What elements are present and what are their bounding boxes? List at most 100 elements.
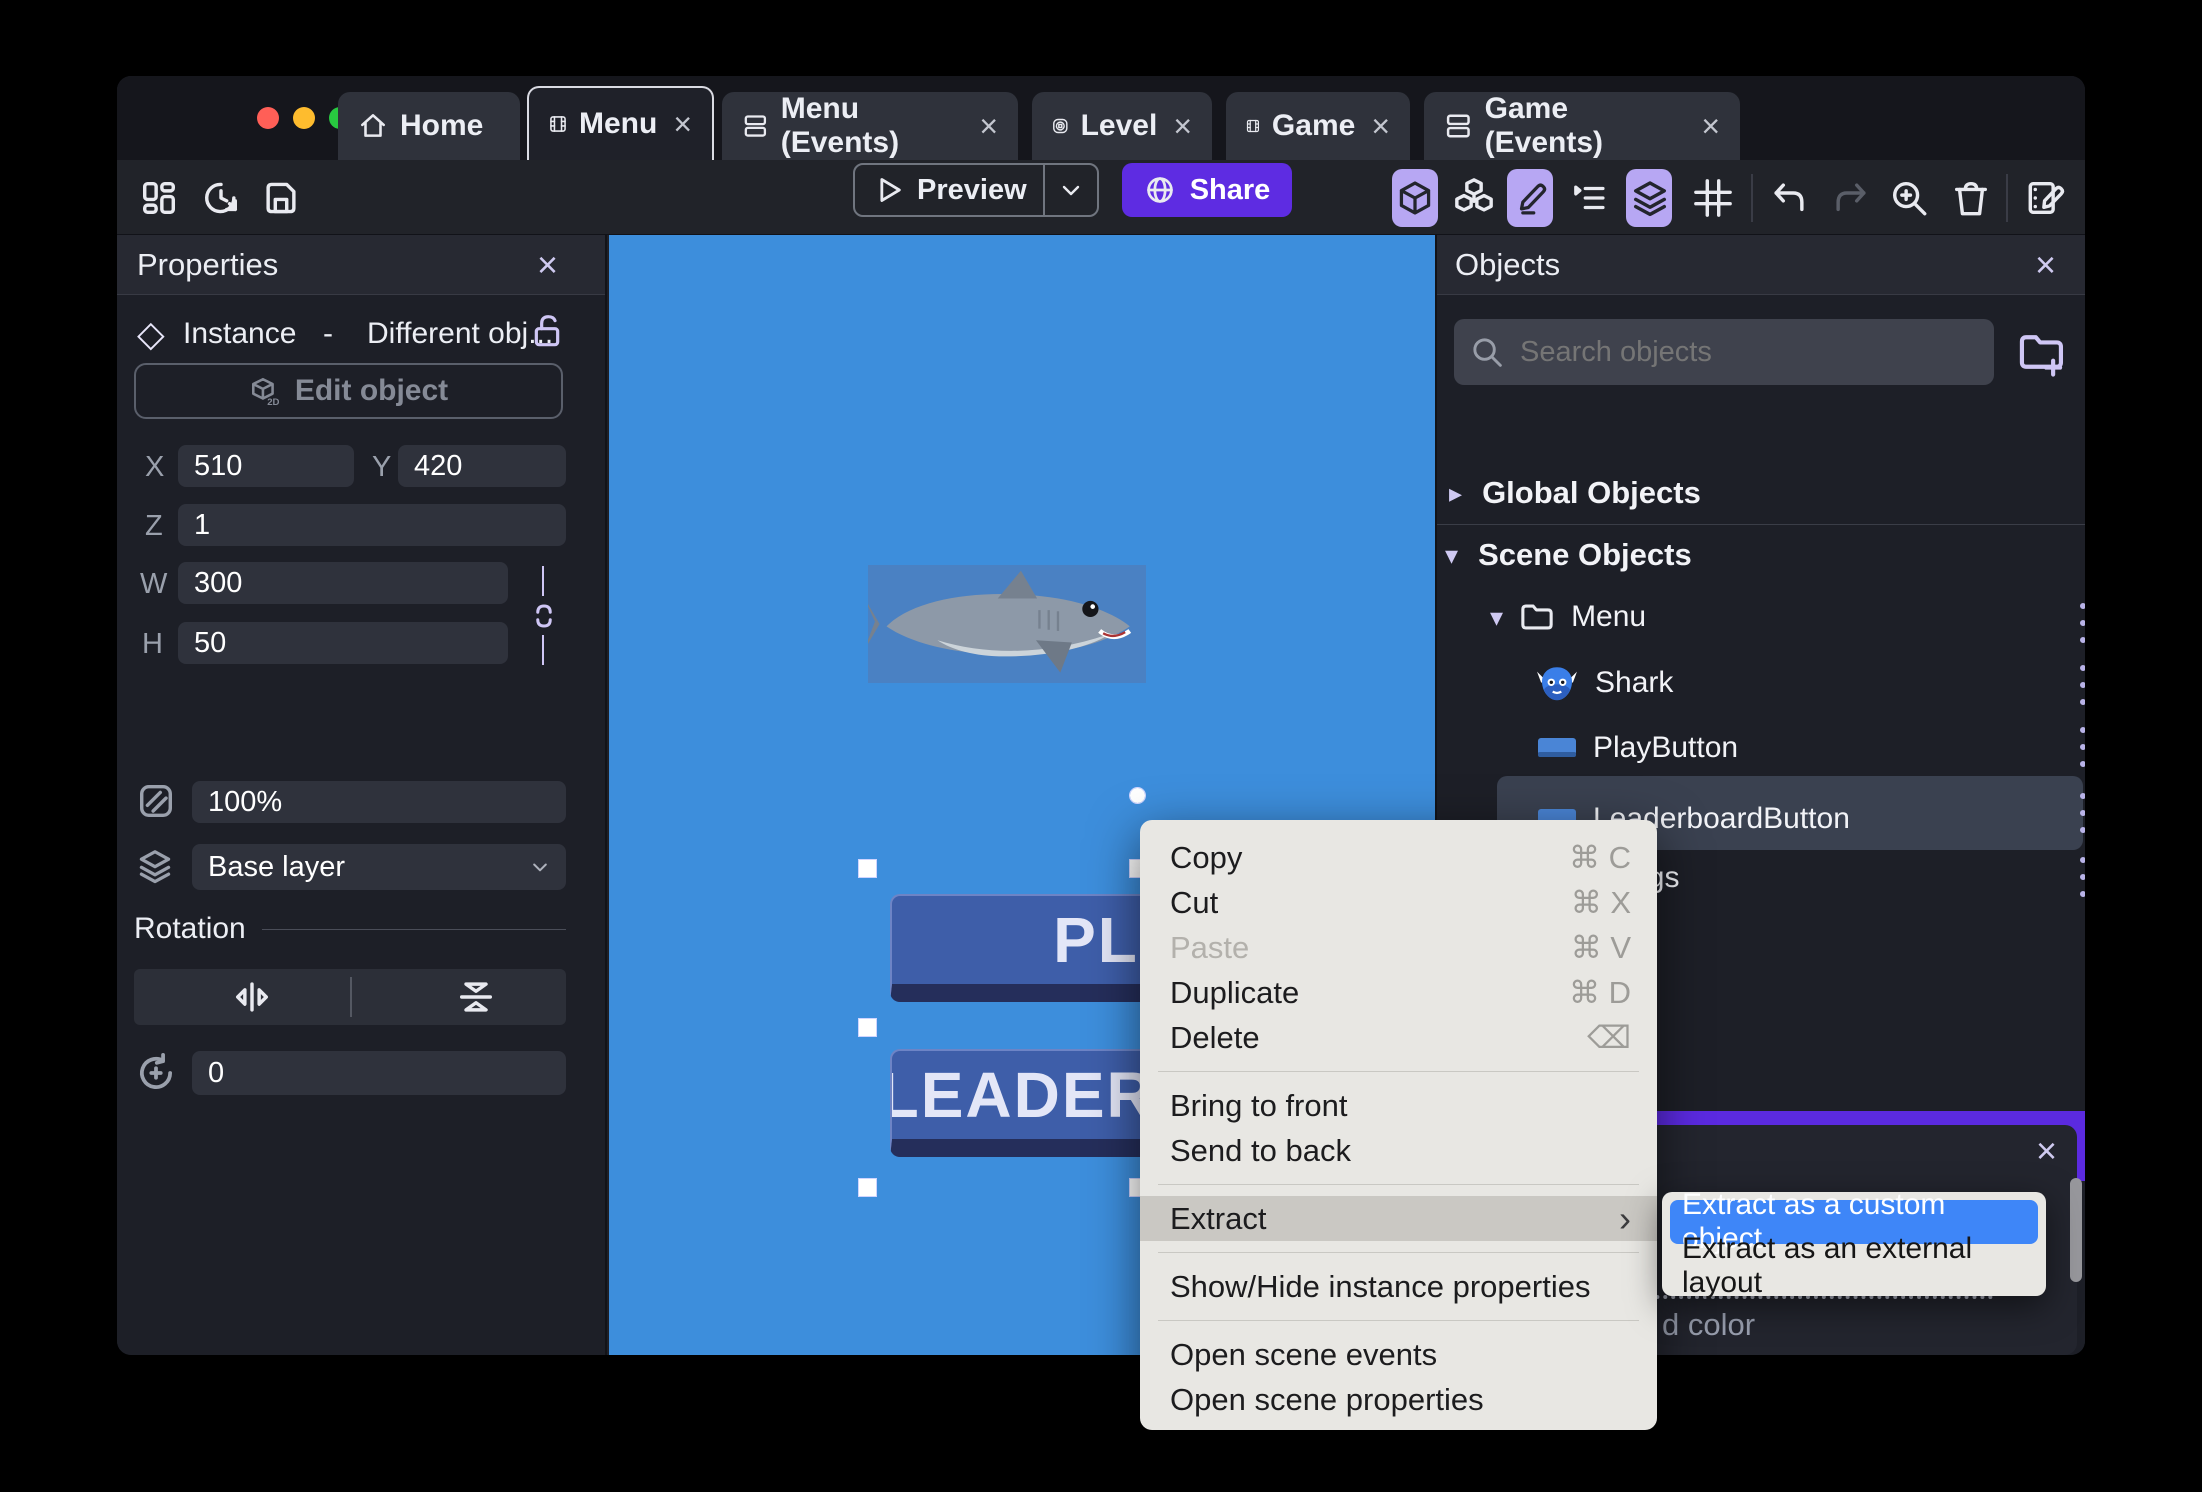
close-properties-icon[interactable]: × — [537, 247, 558, 283]
groups-divider — [1437, 524, 2085, 525]
menu-item-bring-to-front[interactable]: Bring to front — [1140, 1083, 1657, 1128]
menu-item-open-scene-properties[interactable]: Open scene properties — [1140, 1377, 1657, 1422]
context-menu: Copy ⌘ C Cut ⌘ X Paste ⌘ V Duplicate ⌘ D… — [1140, 820, 1657, 1430]
scrollbar-thumb[interactable] — [2070, 1178, 2082, 1282]
kebab-menu-icon[interactable] — [2079, 665, 2085, 705]
close-tab-icon[interactable]: × — [1701, 110, 1720, 142]
search-input[interactable] — [1518, 334, 1958, 370]
search-box[interactable] — [1454, 319, 1994, 385]
redo-icon[interactable] — [1831, 178, 1871, 218]
y-input[interactable]: 420 — [398, 445, 566, 487]
minimize-window-button[interactable] — [293, 107, 315, 129]
instance-type-label: Instance — [183, 317, 297, 350]
close-objects-icon[interactable]: × — [2035, 247, 2056, 283]
tree-item-playbutton[interactable]: PlayButton — [1537, 731, 1738, 765]
kebab-menu-icon[interactable] — [2079, 727, 2085, 767]
shark-sprite[interactable] — [863, 565, 1146, 683]
layer-select[interactable]: Base layer — [192, 844, 566, 890]
instances-list-icon[interactable] — [1569, 178, 1607, 218]
chevron-down-icon[interactable] — [1059, 178, 1083, 202]
tab-label: Game (Events) — [1484, 92, 1604, 159]
main-toolbar: Preview Share — [117, 160, 2085, 235]
edit-scene-icon[interactable] — [2025, 178, 2067, 218]
selection-handle-mid-left[interactable] — [858, 1018, 877, 1037]
objects-panel-icon[interactable] — [1454, 176, 1494, 218]
cube-3d-icon[interactable] — [1396, 178, 1434, 218]
group-scene-objects[interactable]: ▾ Scene Objects — [1445, 537, 1692, 573]
scene-icon — [550, 116, 566, 132]
grid-icon[interactable] — [1693, 178, 1733, 218]
menu-item-delete[interactable]: Delete ⌫ — [1140, 1015, 1657, 1060]
undo-icon[interactable] — [1769, 178, 1809, 218]
menu-item-cut[interactable]: Cut ⌘ X — [1140, 880, 1657, 925]
x-input[interactable]: 510 — [178, 445, 354, 487]
add-folder-icon[interactable] — [2015, 327, 2067, 377]
flip-horizontal-icon[interactable] — [232, 979, 272, 1015]
history-icon[interactable] — [201, 178, 241, 218]
menu-item-duplicate[interactable]: Duplicate ⌘ D — [1140, 970, 1657, 1015]
flip-vertical-icon[interactable] — [456, 977, 496, 1017]
edit-object-button[interactable]: 2D Edit object — [134, 363, 563, 419]
tab-label: Menu (Events) — [780, 92, 900, 159]
h-input[interactable]: 50 — [178, 622, 508, 664]
close-tab-icon[interactable]: × — [1371, 110, 1390, 142]
group-label: Global Objects — [1482, 475, 1701, 510]
menu-item-paste[interactable]: Paste ⌘ V — [1140, 925, 1657, 970]
menu-item-label: Open scene events — [1170, 1336, 1438, 1372]
level-icon — [1053, 118, 1068, 134]
w-input[interactable]: 300 — [178, 562, 508, 604]
properties-title: Properties — [137, 246, 279, 282]
shark-image — [863, 570, 1132, 673]
zoom-in-icon[interactable] — [1889, 178, 1929, 218]
menu-item-show-hide-instance-properties[interactable]: Show/Hide instance properties — [1140, 1264, 1657, 1309]
menu-item-send-to-back[interactable]: Send to back — [1140, 1128, 1657, 1173]
tab-menu[interactable]: Menu × — [527, 86, 714, 160]
kebab-menu-icon[interactable] — [2079, 603, 2085, 643]
link-wh-icon[interactable] — [531, 601, 557, 631]
close-tab-icon[interactable]: × — [1173, 110, 1192, 142]
tab-game[interactable]: Game × — [1226, 92, 1410, 160]
menu-item-extract[interactable]: Extract › — [1140, 1196, 1657, 1241]
kebab-menu-icon[interactable] — [2079, 793, 2085, 833]
close-tab-icon[interactable]: × — [979, 110, 998, 142]
rotate-handle[interactable] — [1129, 787, 1146, 804]
menu-item-label: Duplicate — [1170, 974, 1300, 1010]
tree-folder-menu[interactable]: ▾ Menu — [1490, 600, 1646, 634]
group-global-objects[interactable]: ▸ Global Objects — [1449, 475, 1701, 511]
submenu-item-extract-external-layout[interactable]: Extract as an external layout — [1670, 1232, 2038, 1299]
selection-handle-top-left[interactable] — [858, 859, 877, 878]
unlock-icon[interactable] — [531, 311, 563, 349]
title-bar: Home Menu × Menu (Events) × Level × Game — [117, 76, 2085, 160]
toolbar-separator — [2006, 174, 2008, 222]
rotation-input[interactable]: 0 — [192, 1051, 566, 1095]
project-manager-icon[interactable] — [139, 178, 179, 218]
trash-icon[interactable] — [1951, 178, 1991, 218]
z-input[interactable]: 1 — [178, 504, 566, 546]
tab-level[interactable]: Level × — [1032, 92, 1212, 160]
share-button[interactable]: Share — [1122, 163, 1292, 217]
folder-icon — [1521, 604, 1553, 630]
close-layers-icon[interactable]: × — [2036, 1133, 2057, 1169]
background-color-label-fragment: d color — [1662, 1307, 1756, 1342]
tab-menu-events[interactable]: Menu (Events) × — [722, 92, 1018, 160]
menu-item-open-scene-events[interactable]: Open scene events — [1140, 1332, 1657, 1377]
close-window-button[interactable] — [257, 107, 279, 129]
save-icon[interactable] — [261, 178, 301, 218]
menu-shortcut: ⌘ X — [1570, 884, 1631, 920]
close-tab-icon[interactable]: × — [673, 108, 692, 140]
rotation-divider — [262, 929, 566, 930]
tree-item-shark[interactable]: Shark — [1537, 663, 1673, 703]
preview-button[interactable]: Preview — [853, 163, 1099, 217]
layer-icon — [139, 850, 171, 884]
link-line-bottom — [542, 635, 544, 665]
menu-item-label: Cut — [1170, 884, 1219, 920]
rotation-section-title: Rotation — [134, 912, 246, 945]
layers-icon[interactable] — [1630, 176, 1670, 220]
selection-handle-bottom-left[interactable] — [858, 1178, 877, 1197]
menu-item-copy[interactable]: Copy ⌘ C — [1140, 835, 1657, 880]
tab-home[interactable]: Home — [338, 92, 520, 160]
edit-pencil-icon[interactable] — [1512, 178, 1550, 218]
opacity-input[interactable]: 100% — [192, 781, 566, 823]
tab-game-events[interactable]: Game (Events) × — [1424, 92, 1740, 160]
kebab-menu-icon[interactable] — [2079, 857, 2085, 897]
